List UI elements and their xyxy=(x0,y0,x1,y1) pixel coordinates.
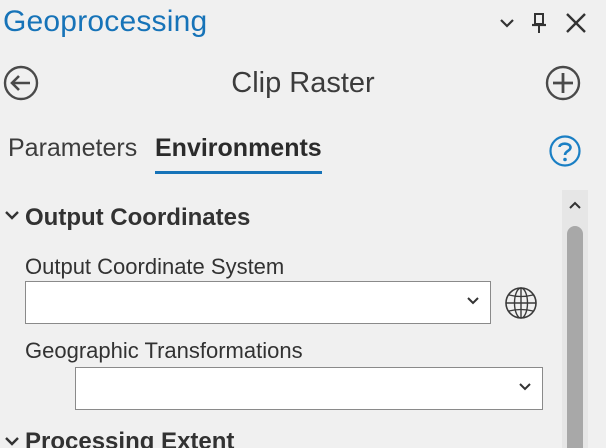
close-pane-button[interactable] xyxy=(560,8,592,38)
tool-header: Clip Raster xyxy=(0,60,606,108)
pin-pane-button[interactable] xyxy=(526,8,552,38)
globe-icon xyxy=(505,287,537,319)
pane-title-controls xyxy=(476,8,606,38)
help-button[interactable] xyxy=(548,134,582,168)
scroll-thumb[interactable] xyxy=(567,226,583,448)
add-to-favorites-button[interactable] xyxy=(544,64,582,102)
output-coordinate-system-label: Output Coordinate System xyxy=(25,254,285,279)
add-icon xyxy=(545,65,581,101)
tool-title: Clip Raster xyxy=(231,67,375,99)
pane-options-button[interactable] xyxy=(494,8,520,38)
chevron-down-icon xyxy=(467,297,479,305)
coordinate-system-picker-button[interactable] xyxy=(504,286,538,320)
chevron-down-icon xyxy=(5,437,19,446)
help-icon xyxy=(549,135,581,167)
close-icon xyxy=(566,13,586,33)
geographic-transformations-label: Geographic Transformations xyxy=(25,338,303,363)
geographic-transformations-dropdown[interactable] xyxy=(75,367,543,410)
tab-parameters[interactable]: Parameters xyxy=(8,134,137,163)
scroll-up-button[interactable] xyxy=(562,190,588,220)
pane-edge xyxy=(592,190,606,448)
chevron-down-icon xyxy=(500,19,514,28)
vertical-scrollbar[interactable] xyxy=(562,190,588,448)
pin-icon xyxy=(532,13,546,33)
tab-environments[interactable]: Environments xyxy=(155,134,322,174)
chevron-down-icon xyxy=(5,211,19,220)
chevron-down-icon xyxy=(519,383,531,391)
chevron-up-icon xyxy=(569,201,581,209)
section-title: Output Coordinates xyxy=(25,204,251,231)
section-title: Processing Extent xyxy=(25,428,235,448)
output-coordinate-system-dropdown[interactable] xyxy=(25,281,491,324)
pane-title: Geoprocessing xyxy=(3,5,208,38)
